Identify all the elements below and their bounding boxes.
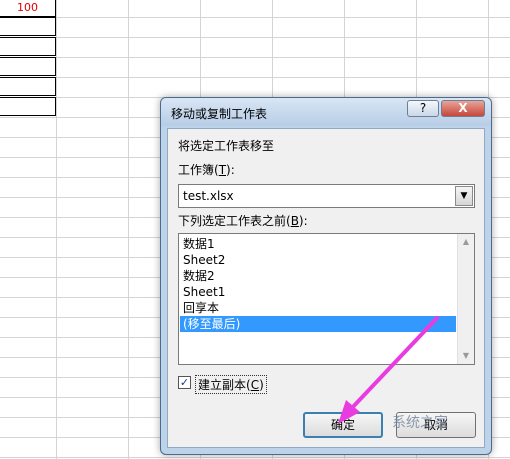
watermark-text: 系统之家 [392, 415, 448, 431]
annotation-arrow-icon [338, 316, 439, 424]
